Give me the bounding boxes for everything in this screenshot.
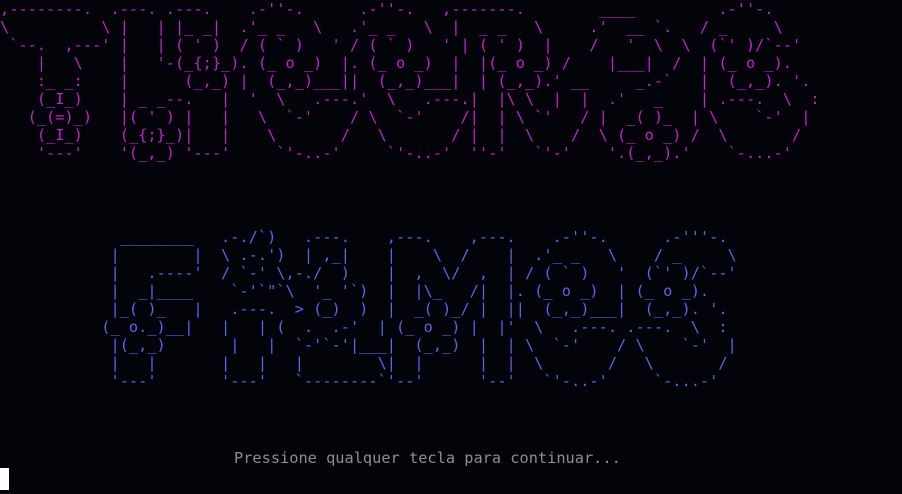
banner-bottom-line: | _|____ `-'`"`\ '_ '`) | |\_ /| |. (_ o… (0, 282, 710, 300)
title-banner-top: ,--------. .---. .---. .-''-. .-''-. ,--… (0, 0, 820, 162)
continue-prompt: Pressione qualquer tecla para continuar.… (234, 449, 621, 467)
banner-top-line: (_(=)_) |( ' ) | | \ `-' / \ `-' /| | \ … (0, 108, 811, 126)
banner-bottom-line: (_ o._)__| | | ( . .-' | (_ o _) | |' \ … (0, 318, 728, 336)
banner-top-line: (_I_) (_{;}_)| | \ / \ / | | \ / \ (_ o … (0, 126, 802, 144)
banner-bottom-line: | | | | | \| | | | \ / \ / (0, 354, 728, 372)
banner-bottom-line: |_( )_ | .---. > (_) ) | _( )_/ | || (_,… (0, 300, 728, 318)
banner-top-line: :_ _: | (_,_) | (_,_)___|| (_,_)___| | (… (0, 72, 811, 90)
banner-top-line: '---' '(_,_) '---' `'-..-' `'-..-' ''-' … (0, 144, 793, 162)
banner-top-line: \ \ | | |_ _| .'_ _ \ .'_ _ \ | _ _ \ .'… (0, 18, 783, 36)
banner-bottom-line: |(_,_) | | `-'`-'|___| (_,_) | | \ `-' /… (0, 336, 737, 354)
banner-bottom-line: | | \ .-.') | ,_| | \ / | .'_ _ \ / _ \ (0, 246, 737, 264)
banner-bottom-line: ________ .-./`) .---. ,---. ,---. .-''-.… (0, 228, 728, 246)
title-banner-bottom: ________ .-./`) .---. ,---. ,---. .-''-.… (0, 228, 737, 390)
banner-top-line: `--. ,---' | | ( ' ) / ( ` ) ' / ( ` ) '… (0, 36, 802, 54)
banner-top-line: ,--------. .---. .---. .-''-. .-''-. ,--… (0, 0, 774, 18)
banner-top-line: | \ | '-(_{;}_). (_ o _) |. (_ o _) | |(… (0, 54, 793, 72)
terminal-window: ,--------. .---. .---. .-''-. .-''-. ,--… (0, 0, 902, 494)
banner-bottom-line: | .----' / `-' \,-./ ) | , \/ , | / ( ` … (0, 264, 737, 282)
banner-bottom-line: '---' '---' `--------`'--' '--' `'-..-' … (0, 372, 719, 390)
text-cursor (0, 468, 9, 490)
banner-top-line: (_I_) | _ _--. | ' \ .---.' \ .---.| |\ … (0, 90, 820, 108)
